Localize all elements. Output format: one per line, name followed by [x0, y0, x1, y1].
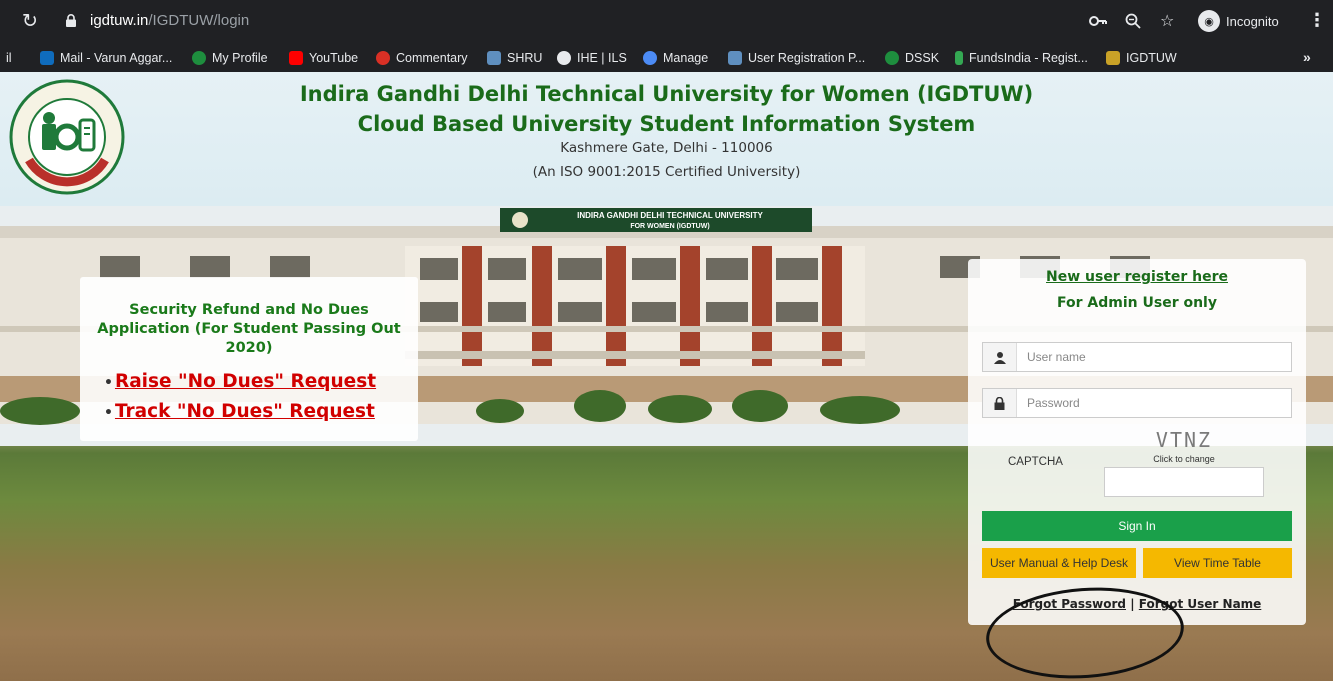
system-title: Cloud Based University Student Informati… — [357, 112, 976, 136]
bookmark-user-registration[interactable]: User Registration P... — [728, 49, 865, 67]
bookmark-mail[interactable]: Mail - Varun Aggar... — [40, 49, 172, 67]
username-input[interactable] — [1017, 343, 1291, 371]
bookmark-my-profile[interactable]: My Profile — [192, 49, 268, 67]
incognito-badge[interactable]: ◉ Incognito — [1198, 8, 1279, 34]
reload-icon[interactable]: ↻ — [22, 10, 38, 32]
incognito-icon: ◉ — [1198, 10, 1220, 32]
key-icon[interactable] — [1088, 13, 1108, 29]
university-title: Indira Gandhi Delhi Technical University… — [299, 82, 1034, 106]
user-manual-help-desk-button[interactable]: User Manual & Help Desk — [982, 548, 1136, 578]
forgot-password-link[interactable]: Forgot Password — [1013, 597, 1126, 611]
admin-only-note: For Admin User only — [1057, 295, 1217, 311]
bookmark-label: Manage — [663, 51, 709, 65]
bookmark-label: IHE | ILS — [577, 51, 627, 65]
bookmarks-overflow-icon[interactable]: » — [1303, 49, 1311, 65]
captcha-label: CAPTCHA — [1008, 456, 1063, 468]
bookmark-star-icon[interactable]: ☆ — [1160, 11, 1174, 31]
address-bar[interactable]: igdtuw.in/IGDTUW/login — [90, 12, 249, 29]
bookmark-label: User Registration P... — [748, 51, 866, 65]
password-input[interactable] — [1017, 389, 1291, 417]
bookmark-label: FundsIndia - Regist... — [969, 51, 1088, 65]
forgot-username-link[interactable]: Forgot User Name — [1139, 597, 1262, 611]
bookmark-label: Mail - Varun Aggar... — [60, 51, 173, 65]
raise-no-dues-link[interactable]: • Raise "No Dues" Request — [104, 371, 376, 392]
browser-toolbar: ↻ igdtuw.in/IGDTUW/login ☆ ◉ Incognito ⋮ — [0, 0, 1333, 44]
youtube-icon — [289, 51, 303, 65]
captcha-refresh-hint[interactable]: Click to change — [1128, 454, 1240, 464]
forgot-separator: | — [1130, 597, 1135, 611]
browser-menu-icon[interactable]: ⋮ — [1308, 10, 1326, 31]
bookmark-ihe-ils[interactable]: IHE | ILS — [557, 49, 627, 67]
bookmark-label: Commentary — [396, 51, 468, 65]
fundsindia-icon — [955, 51, 963, 65]
url-host: igdtuw.in — [90, 12, 149, 29]
document-icon — [728, 51, 742, 65]
bookmark-label: YouTube — [309, 51, 359, 65]
view-time-table-button[interactable]: View Time Table — [1143, 548, 1292, 578]
padlock-icon — [983, 389, 1017, 417]
university-header: Indira Gandhi Delhi Technical University… — [0, 72, 1333, 206]
globe-icon — [557, 51, 571, 65]
url-path: /IGDTUW/login — [148, 12, 250, 29]
bookmark-manage[interactable]: Manage — [643, 49, 708, 67]
track-no-dues-label: Track "No Dues" Request — [114, 401, 375, 422]
iso-certification: (An ISO 9001:2015 Certified University) — [532, 164, 801, 180]
document-icon — [487, 51, 501, 65]
page-content: Indira Gandhi Delhi Technical University… — [0, 72, 1333, 681]
building-sign-line1: INDIRA GANDHI DELHI TECHNICAL UNIVERSITY — [577, 211, 763, 220]
outlook-icon — [40, 51, 54, 65]
bookmark-youtube[interactable]: YouTube — [289, 49, 358, 67]
password-field[interactable] — [982, 388, 1292, 418]
raise-no-dues-label: Raise "No Dues" Request — [114, 371, 377, 392]
globe-icon — [885, 51, 899, 65]
new-user-register-link[interactable]: New user register here — [968, 269, 1306, 285]
no-dues-notice-panel: Security Refund and No Dues Application … — [80, 277, 418, 441]
bullet-icon: • — [104, 375, 113, 391]
bookmark-label: SHRU — [507, 51, 543, 65]
manage-icon — [643, 51, 657, 65]
bookmark-shru[interactable]: SHRU — [487, 49, 542, 67]
bookmark-partial[interactable]: il — [6, 49, 12, 67]
forgot-links: Forgot Password | Forgot User Name — [968, 597, 1306, 611]
incognito-label: Incognito — [1226, 13, 1279, 29]
captcha-image[interactable]: VTNZ — [1138, 428, 1230, 452]
bookmark-fundsindia[interactable]: FundsIndia - Regist... — [955, 49, 1088, 67]
captcha-input[interactable] — [1104, 467, 1264, 497]
bookmark-label: My Profile — [212, 51, 268, 65]
bookmark-label: il — [6, 51, 12, 65]
login-panel: New user register here For Admin User on… — [968, 259, 1306, 625]
track-no-dues-link[interactable]: • Track "No Dues" Request — [104, 401, 375, 422]
bookmark-label: DSSK — [905, 51, 940, 65]
notice-title: Security Refund and No Dues Application … — [97, 302, 401, 356]
user-icon — [983, 343, 1017, 371]
bookmark-label: IGDTUW — [1126, 51, 1177, 65]
bookmark-commentary[interactable]: Commentary — [376, 49, 468, 67]
browser-chrome: ↻ igdtuw.in/IGDTUW/login ☆ ◉ Incognito ⋮… — [0, 0, 1333, 72]
sign-in-button[interactable]: Sign In — [982, 511, 1292, 541]
lock-icon[interactable] — [65, 14, 77, 27]
username-field[interactable] — [982, 342, 1292, 372]
university-address: Kashmere Gate, Delhi - 110006 — [560, 140, 773, 156]
building-sign-line2: FOR WOMEN (IGDTUW) — [630, 223, 709, 230]
bookmark-dssk[interactable]: DSSK — [885, 49, 939, 67]
zoom-icon[interactable] — [1124, 12, 1142, 30]
commentary-icon — [376, 51, 390, 65]
bookmark-igdtuw[interactable]: IGDTUW — [1106, 49, 1177, 67]
igdtuw-icon — [1106, 51, 1120, 65]
bookmarks-bar: il Mail - Varun Aggar... My Profile YouT… — [0, 44, 1333, 72]
globe-icon — [192, 51, 206, 65]
bullet-icon: • — [104, 405, 113, 421]
